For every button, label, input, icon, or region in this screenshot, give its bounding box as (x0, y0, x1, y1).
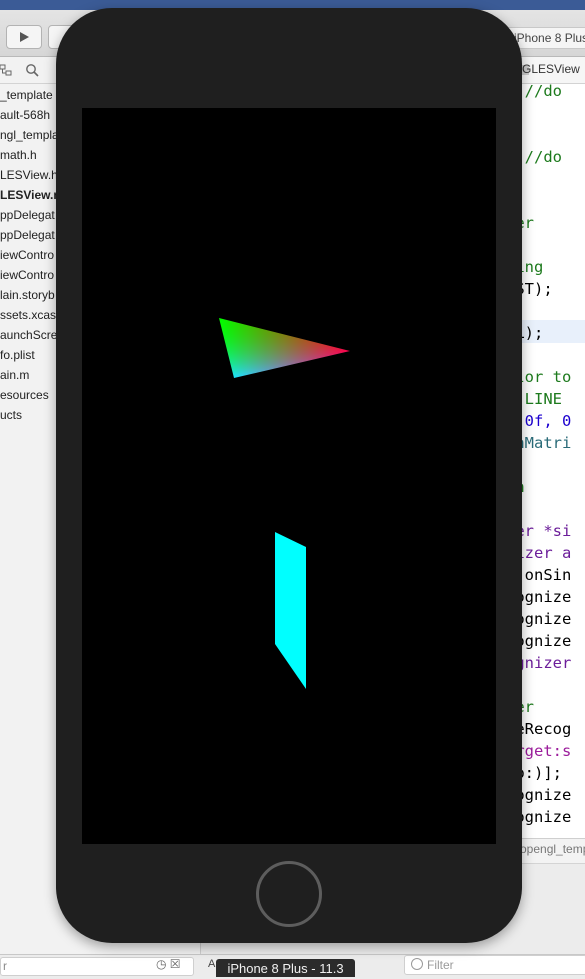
play-icon (20, 32, 29, 42)
navigator-file-item[interactable]: LESView.h (0, 165, 58, 185)
search-icon[interactable] (25, 63, 39, 77)
navigator-file-item[interactable]: esources (0, 385, 49, 405)
navigator-file-item[interactable]: lain.storyb (0, 285, 55, 305)
navigator-file-item[interactable]: ain.m (0, 365, 29, 385)
navigator-file-item[interactable]: iewContro (0, 245, 54, 265)
filter-icon (411, 958, 423, 970)
cyan-quad (275, 532, 306, 689)
jump-bar-file[interactable]: GLESView (522, 62, 580, 76)
rgb-triangle-blue-blend (219, 318, 350, 378)
navigator-file-item[interactable]: fo.plist (0, 345, 35, 365)
navigator-file-item[interactable]: math.h (0, 145, 37, 165)
navigator-file-item[interactable]: ucts (0, 405, 22, 425)
navigator-file-item[interactable]: LESView.m (0, 185, 64, 205)
filter-placeholder: Filter (427, 958, 454, 972)
navigator-file-item[interactable]: iewContro (0, 265, 54, 285)
simulator-device-label: iPhone 8 Plus - 11.3 (216, 959, 355, 977)
hierarchy-icon[interactable] (0, 64, 12, 76)
navigator-file-item[interactable]: ssets.xcass (0, 305, 62, 325)
simulator-screen[interactable] (82, 108, 496, 844)
navigator-file-item[interactable]: ppDelegat (0, 205, 55, 225)
debug-bar-target[interactable]: opengl_templ (520, 842, 585, 856)
navigator-file-item[interactable]: ault-568h (0, 105, 50, 125)
navigator-file-item[interactable]: _template (0, 85, 53, 105)
navigator-file-item[interactable]: aunchScre (0, 325, 57, 345)
navigator-file-item[interactable]: ngl_templa (0, 125, 59, 145)
run-button[interactable] (6, 25, 42, 49)
gl-scene (219, 318, 350, 689)
navigator-file-item[interactable]: ppDelegat (0, 225, 55, 245)
home-button[interactable] (256, 861, 322, 927)
filter-options-icon[interactable]: ◷ ☒ (156, 957, 181, 971)
console-filter-field[interactable]: Filter (404, 955, 585, 975)
bottom-bar-label: A (208, 958, 216, 970)
